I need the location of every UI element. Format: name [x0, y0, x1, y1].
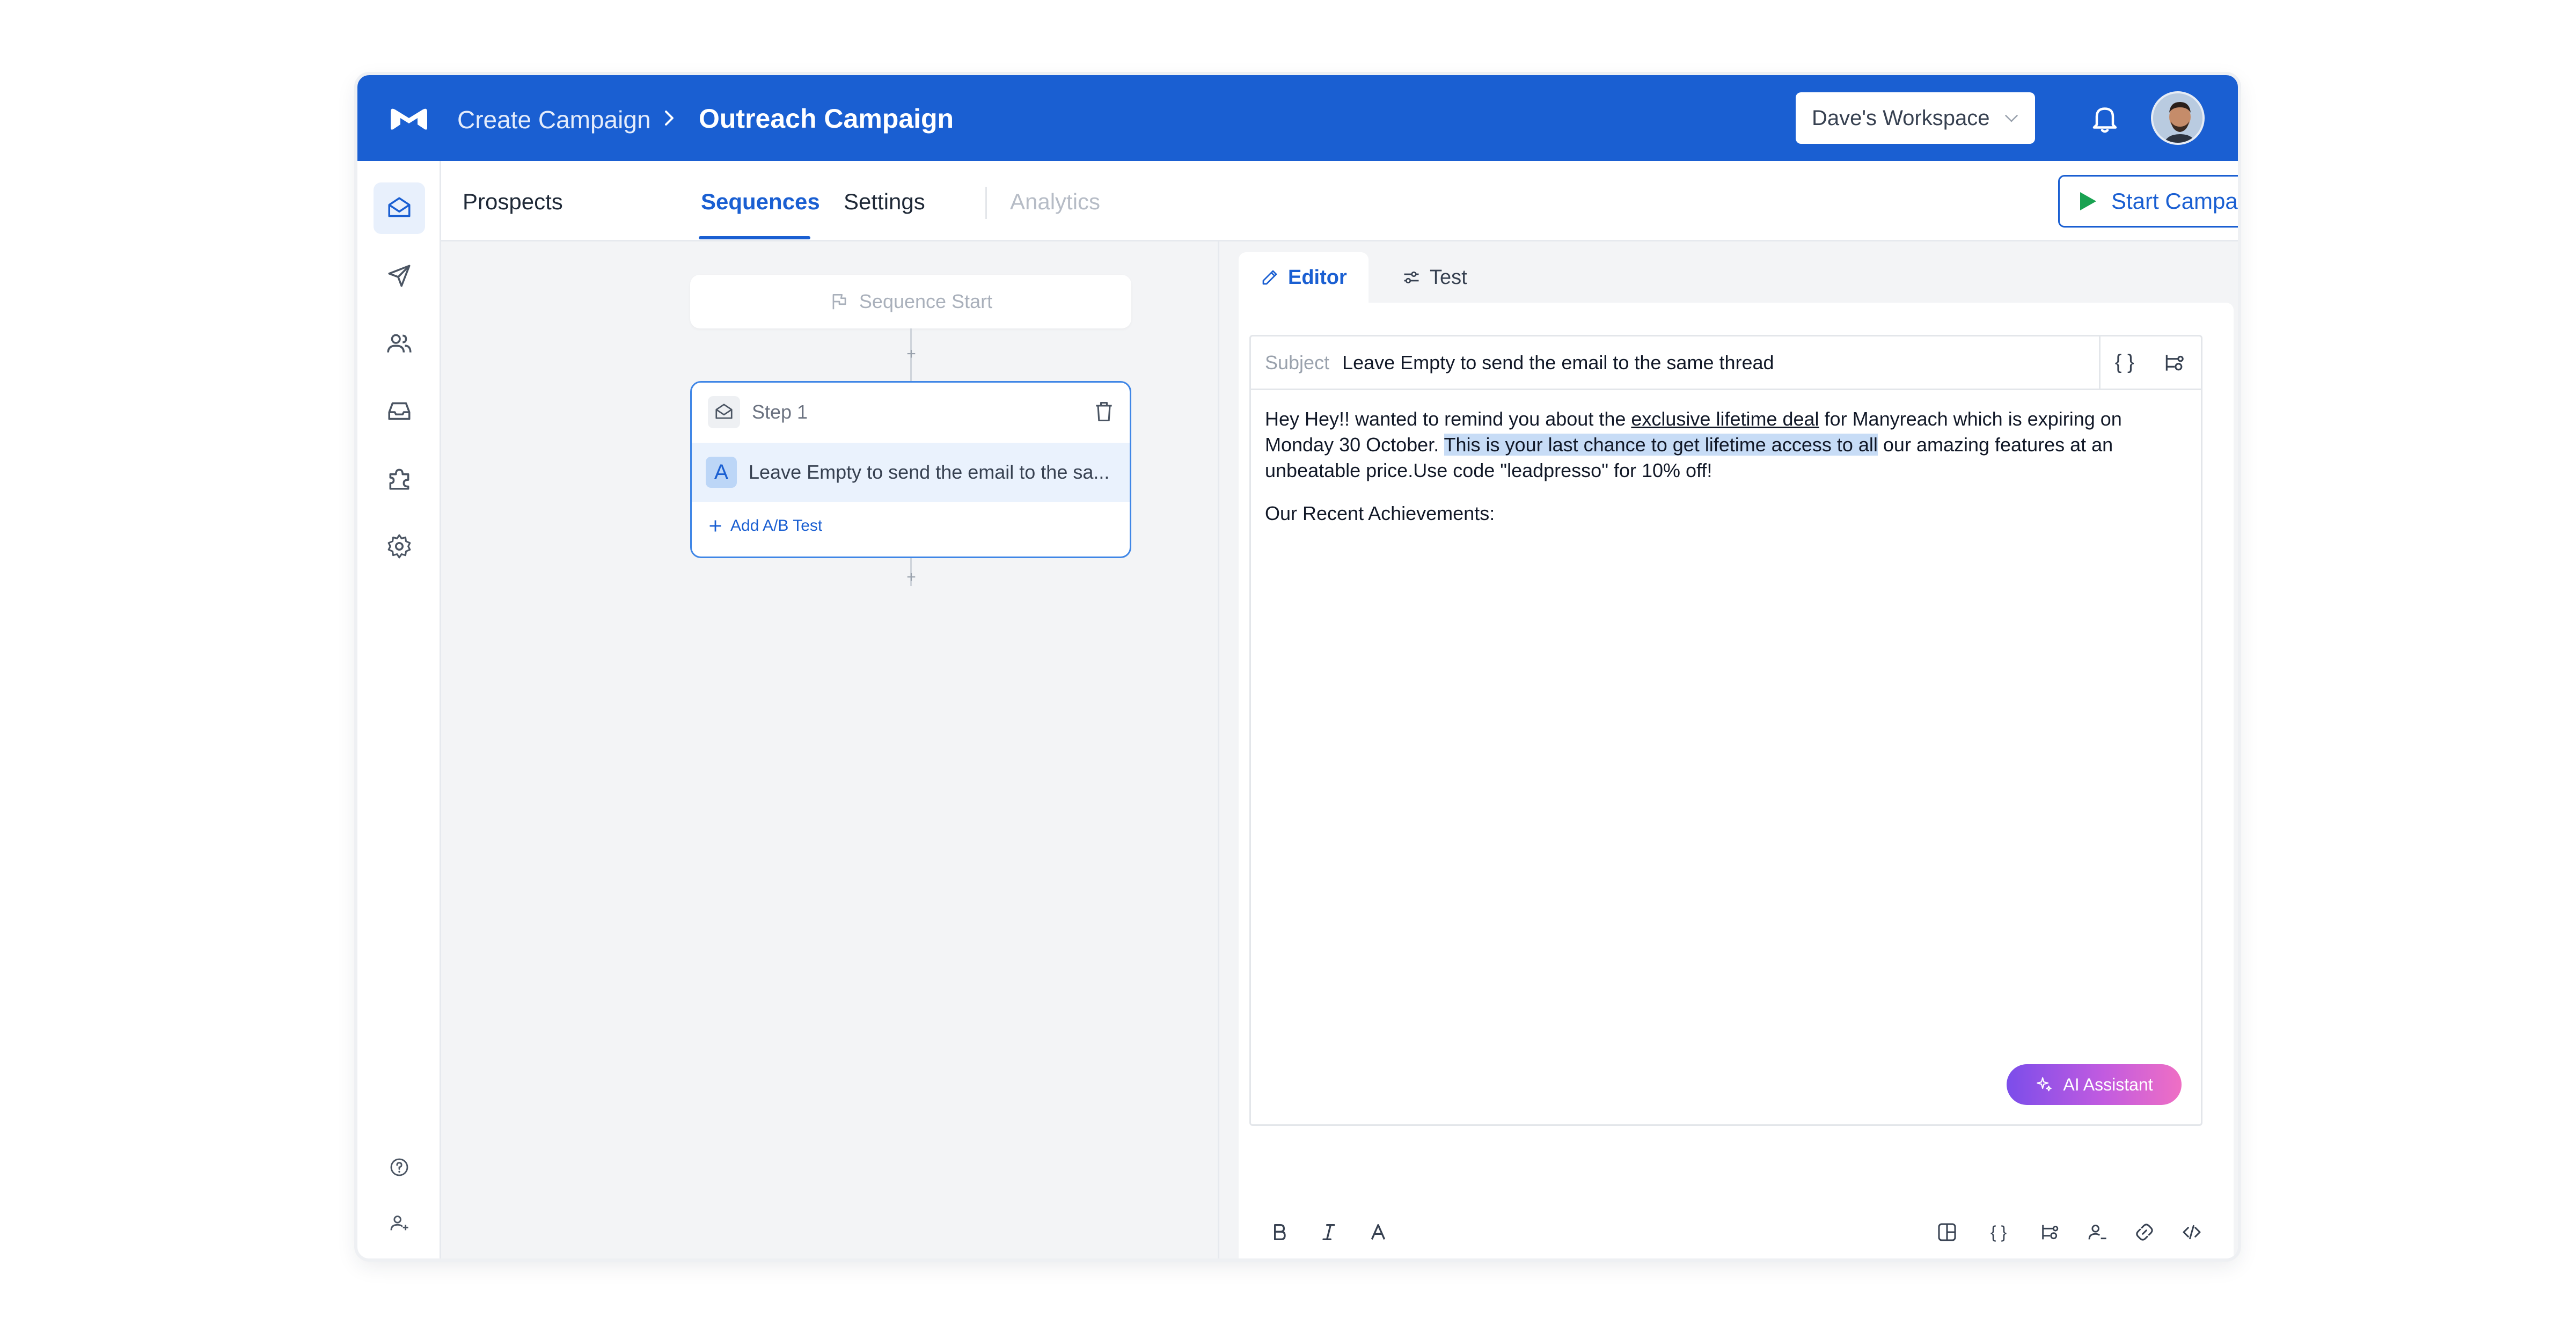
- subject-actions: { }: [2099, 336, 2201, 389]
- tab-divider: [985, 187, 987, 219]
- notifications-bell-icon[interactable]: [2089, 102, 2121, 134]
- bold-icon[interactable]: [1268, 1220, 1291, 1244]
- nav-campaigns[interactable]: [374, 182, 425, 234]
- page-title: Outreach Campaign: [699, 104, 954, 134]
- delete-step-trash-icon[interactable]: [1092, 400, 1116, 423]
- chevron-right-icon: [665, 111, 674, 126]
- body-link[interactable]: exclusive lifetime deal: [1631, 408, 1819, 430]
- left-sidebar: 8: [357, 161, 441, 1258]
- subject-row: Subject Leave Empty to send the email to…: [1251, 336, 2201, 390]
- variant-a-row[interactable]: A Leave Empty to send the email to the s…: [692, 443, 1130, 502]
- insert-variable-icon[interactable]: { }: [1982, 1220, 2015, 1244]
- nav-outreach[interactable]: [374, 250, 425, 302]
- play-icon: [2080, 192, 2096, 210]
- editor-body: Subject Leave Empty to send the email to…: [1239, 303, 2234, 1258]
- step-title: Step 1: [752, 401, 808, 423]
- code-icon[interactable]: [2180, 1220, 2204, 1244]
- active-tab-indicator: [699, 236, 810, 239]
- top-header: Create Campaign Outreach Campaign Dave's…: [357, 75, 2238, 161]
- send-icon: [388, 265, 411, 287]
- start-campaign-button[interactable]: Start Campaign: [2058, 175, 2238, 228]
- tab-editor-label: Editor: [1288, 266, 1347, 289]
- app-window: Create Campaign Outreach Campaign Dave's…: [357, 75, 2238, 1258]
- step-card[interactable]: Step 1 A Leave Empty to send the email t…: [690, 381, 1131, 558]
- tab-test[interactable]: Test: [1380, 252, 1489, 303]
- subject-label: Subject: [1265, 351, 1330, 374]
- link-icon[interactable]: [2133, 1220, 2156, 1244]
- user-avatar[interactable]: [2151, 91, 2205, 145]
- email-paragraph-2: Our Recent Achievements:: [1265, 502, 1495, 524]
- nav-prospects[interactable]: [374, 318, 425, 369]
- tab-settings[interactable]: Settings: [844, 189, 925, 215]
- step-header: Step 1: [692, 383, 1130, 442]
- users-icon: [387, 334, 412, 353]
- variant-subject-text: Leave Empty to send the email to the sa.…: [749, 461, 1110, 483]
- start-campaign-label: Start Campaign: [2111, 188, 2238, 214]
- tab-prospects[interactable]: Prospects: [463, 189, 563, 215]
- sparkles-icon: [2037, 1077, 2052, 1092]
- ai-assistant-button[interactable]: AI Assistant: [2007, 1064, 2182, 1105]
- plus-icon: [709, 520, 721, 532]
- template-grid-icon[interactable]: [1935, 1220, 1959, 1244]
- pencil-icon: [1262, 270, 1277, 285]
- flag-icon: [832, 294, 846, 310]
- italic-icon[interactable]: [1317, 1220, 1341, 1244]
- mail-icon: [388, 197, 411, 217]
- chevron-down-icon: [2005, 115, 2018, 122]
- tab-editor[interactable]: Editor: [1239, 252, 1368, 303]
- body-text-run: Hey Hey!! wanted to remind you about the: [1265, 408, 1631, 430]
- nav-integrations[interactable]: [374, 453, 425, 504]
- nav-inbox[interactable]: [374, 385, 425, 437]
- workspace-label: Dave's Workspace: [1812, 106, 1990, 130]
- settings-icon: [387, 534, 411, 559]
- email-paragraph-1: Hey Hey!! wanted to remind you about the…: [1265, 406, 2167, 484]
- test-sliders-icon: [1404, 271, 1419, 284]
- puzzle-icon: [389, 468, 409, 490]
- format-toolbar: [1268, 1220, 1390, 1244]
- step-mail-icon: [708, 396, 740, 428]
- email-compose-box: Subject Leave Empty to send the email to…: [1249, 335, 2202, 1126]
- variant-badge: A: [706, 457, 737, 488]
- nav-settings[interactable]: [374, 521, 425, 572]
- add-step-plus-icon[interactable]: +: [904, 569, 919, 585]
- font-style-icon[interactable]: [1366, 1220, 1390, 1244]
- nav-invite-user[interactable]: [374, 1204, 425, 1242]
- add-ab-test-label: Add A/B Test: [730, 517, 823, 535]
- tab-analytics: Analytics: [1010, 189, 1101, 214]
- spintax-icon[interactable]: [2038, 1220, 2062, 1244]
- email-body-editor[interactable]: Hey Hey!! wanted to remind you about the…: [1265, 406, 2167, 544]
- insert-toolbar: { }: [1935, 1220, 2204, 1244]
- editor-panel: Editor Test Subject Leave Empty to send …: [1219, 241, 2238, 1258]
- sequence-start-label: Sequence Start: [859, 290, 993, 312]
- add-ab-test-button[interactable]: Add A/B Test: [708, 517, 822, 535]
- tab-sequences[interactable]: Sequences: [701, 189, 820, 215]
- add-user-icon: [390, 1216, 408, 1231]
- campaign-tabs: Prospects Sequences Settings Analytics S…: [441, 161, 2238, 241]
- sender-signature-icon[interactable]: [2085, 1220, 2109, 1244]
- ai-assistant-label: AI Assistant: [2063, 1074, 2153, 1094]
- add-step-plus-icon[interactable]: +: [904, 346, 919, 362]
- tab-test-label: Test: [1430, 266, 1467, 289]
- subject-input[interactable]: Leave Empty to send the email to the sam…: [1342, 352, 1774, 374]
- sequence-canvas: Sequence Start + Step 1 A Leave Empty to…: [441, 241, 1219, 1258]
- help-icon: [390, 1158, 408, 1176]
- nav-help[interactable]: [374, 1148, 425, 1186]
- breadcrumb-create-campaign[interactable]: Create Campaign: [457, 105, 651, 134]
- workspace-selector[interactable]: Dave's Workspace: [1796, 92, 2035, 144]
- inbox-icon: [388, 402, 411, 420]
- body-selected-text: This is your last chance to get lifetime…: [1444, 434, 1878, 456]
- manyreach-logo[interactable]: [387, 102, 430, 134]
- sequence-start-node: Sequence Start: [690, 275, 1131, 328]
- spintax-branch-icon[interactable]: [2163, 351, 2186, 375]
- variables-icon[interactable]: { }: [2115, 351, 2134, 374]
